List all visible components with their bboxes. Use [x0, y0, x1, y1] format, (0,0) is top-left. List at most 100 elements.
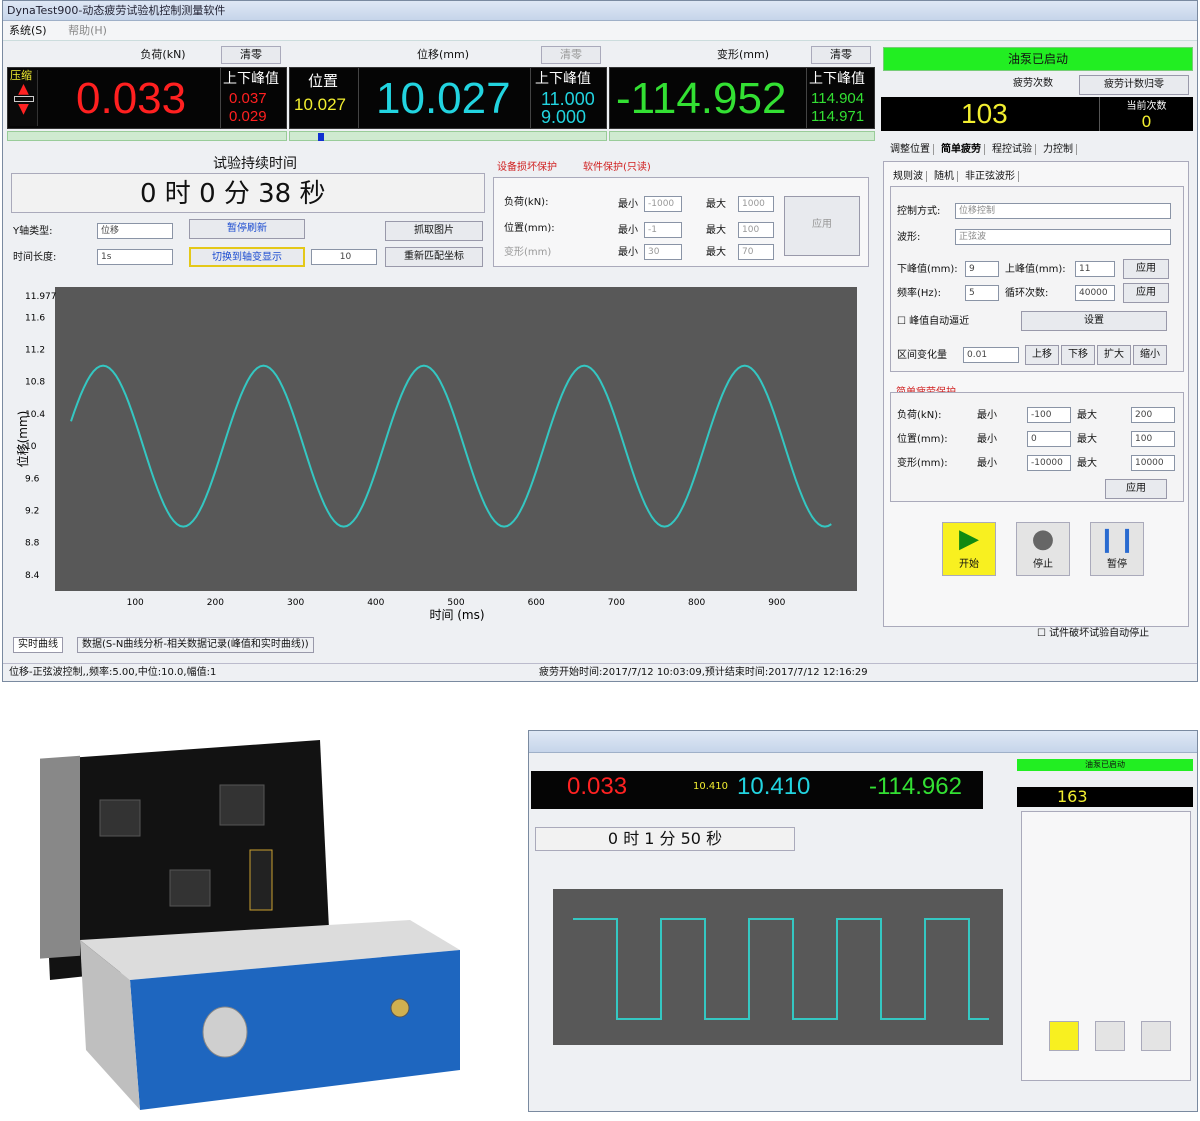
second-load-value: 0.033 [567, 773, 628, 800]
tab-program-test[interactable]: 程控试验 [989, 144, 1036, 155]
protection-apply-button[interactable]: 应用 [784, 196, 860, 256]
prot-load-max[interactable]: 1000 [738, 196, 774, 212]
subtab-random[interactable]: 随机 [931, 171, 958, 182]
strain-header: 变形(mm) [716, 48, 769, 61]
pause-refresh-button[interactable]: 暂停刷新 [189, 219, 305, 239]
rescale-value-field[interactable]: 10 [311, 249, 377, 265]
second-pos-value: 10.410 [737, 773, 811, 800]
subtab-nonsine[interactable]: 非正弦波形 [962, 171, 1019, 182]
pause-icon: ❙❙ [1096, 525, 1138, 553]
tab-software-protection[interactable]: 软件保护(只读) [583, 161, 651, 175]
load-peak-lo: 0.029 [229, 108, 267, 125]
frequency-input[interactable]: 5 [965, 285, 999, 301]
menu-system[interactable]: 系统(S) [9, 24, 47, 37]
tab-realtime-curve[interactable]: 实时曲线 [13, 637, 63, 653]
fp-load-max-label: 最大 [1077, 410, 1097, 421]
prot-strain-max[interactable]: 70 [738, 244, 774, 260]
position-peak-hi: 11.000 [541, 89, 595, 109]
fp-strain-min-label: 最小 [977, 458, 997, 469]
arrow-down-icon: ▼ [18, 101, 29, 117]
load-clear-button[interactable]: 清零 [221, 46, 281, 64]
time-length-select[interactable]: 1s [97, 249, 173, 265]
control-mode-select[interactable]: 位移控制 [955, 203, 1171, 219]
prot-pos-max-label: 最大 [706, 225, 726, 236]
fp-pos-min[interactable]: 0 [1027, 431, 1071, 447]
tab-data-analysis[interactable]: 数据(S-N曲线分析-相关数据记录(峰值和实时曲线)) [77, 637, 314, 653]
position-clear-button[interactable]: 清零 [541, 46, 601, 64]
tab-device-protection[interactable]: 设备损坏保护 [497, 161, 557, 175]
fp-strain-label: 变形(mm): [897, 458, 948, 469]
protection-box: 负荷(kN): 最小 -1000 最大 1000 位置(mm): 最小 -1 最… [493, 177, 869, 267]
y-tick-label: 10.8 [25, 378, 45, 388]
fp-load-max[interactable]: 200 [1131, 407, 1175, 423]
duration-label: 试验持续时间 [213, 156, 297, 172]
apply-peak-button[interactable]: 应用 [1123, 259, 1169, 279]
range-change-select[interactable]: 0.01 [963, 347, 1019, 363]
strain-clear-button[interactable]: 清零 [811, 46, 871, 64]
move-down-button[interactable]: 下移 [1061, 345, 1095, 365]
tab-adjust-position[interactable]: 调整位置 [887, 144, 934, 155]
prot-strain-min[interactable]: 30 [644, 244, 682, 260]
fatigue-protection-box: 负荷(kN): 最小 -100 最大 200 位置(mm): 最小 0 最大 1… [890, 392, 1184, 502]
settings-button[interactable]: 设置 [1021, 311, 1167, 331]
expand-button[interactable]: 扩大 [1097, 345, 1131, 365]
move-up-button[interactable]: 上移 [1025, 345, 1059, 365]
fp-apply-button[interactable]: 应用 [1105, 479, 1167, 499]
y-tick-label: 9.2 [25, 507, 39, 517]
auto-stop-checkbox[interactable]: ☐ 试件破坏试验自动停止 [1037, 627, 1149, 641]
status-right: 疲劳开始时间:2017/7/12 10:03:09,预计结束时间:2017/7/… [539, 667, 868, 678]
position-marker [318, 133, 324, 141]
y-tick-label: 11.2 [25, 346, 45, 356]
fp-strain-max[interactable]: 10000 [1131, 455, 1175, 471]
duration-value: 0 时 0 分 38 秒 [140, 179, 326, 209]
fp-load-min[interactable]: -100 [1027, 407, 1071, 423]
plot-area [55, 287, 857, 591]
tab-simple-fatigue[interactable]: 简单疲劳 [938, 144, 985, 155]
displacement-chart: 位移(mm) 时间 (ms) 11.977 11.611.210.810.410… [15, 287, 857, 622]
apply-frequency-button[interactable]: 应用 [1123, 283, 1169, 303]
upper-peak-label: 上峰值(mm): [1005, 264, 1066, 275]
strain-peak-lo: 114.971 [811, 108, 865, 125]
position-value: 10.027 [376, 74, 511, 123]
strain-progress-bar [609, 131, 875, 141]
fp-load-label: 负荷(kN): [897, 410, 942, 421]
auto-approach-checkbox[interactable]: ☐ 峰值自动逼近 [897, 315, 969, 329]
y-axis-select[interactable]: 位移 [97, 223, 173, 239]
range-change-label: 区间变化量 [897, 350, 947, 361]
fp-strain-min[interactable]: -10000 [1027, 455, 1071, 471]
upper-peak-input[interactable]: 11 [1075, 261, 1115, 277]
cycle-label: 疲劳次数 [1013, 78, 1053, 89]
subtab-regular-wave[interactable]: 规则波 [890, 171, 927, 182]
prot-pos-max[interactable]: 100 [738, 222, 774, 238]
y-tick-label: 8.8 [25, 539, 40, 549]
cycle-reset-button[interactable]: 疲劳计数归零 [1079, 75, 1189, 95]
prot-load-min[interactable]: -1000 [644, 196, 682, 212]
shrink-button[interactable]: 缩小 [1133, 345, 1167, 365]
tab-force-control[interactable]: 力控制 [1040, 144, 1077, 155]
switch-axis-button[interactable]: 切换到轴变显示 [189, 247, 305, 267]
pause-button[interactable]: ❙❙ 暂停 [1090, 522, 1144, 576]
fp-pos-max[interactable]: 100 [1131, 431, 1175, 447]
load-header: 负荷(kN) [140, 48, 186, 61]
menu-help[interactable]: 帮助(H) [68, 24, 107, 37]
x-axis-label: 时间 (ms) [429, 608, 484, 622]
capture-image-button[interactable]: 抓取图片 [385, 221, 483, 241]
rescale-axis-button[interactable]: 重新匹配坐标 [385, 247, 483, 267]
lower-peak-input[interactable]: 9 [965, 261, 999, 277]
x-tick-label: 500 [447, 598, 464, 608]
current-label: 当前次数 [1126, 101, 1167, 112]
cycle-count-input[interactable]: 40000 [1075, 285, 1115, 301]
right-panel: 规则波 随机 非正弦波形 控制方式: 位移控制 波形: 正弦波 下峰值(mm): 9… [883, 161, 1189, 627]
load-value: 0.033 [76, 74, 187, 123]
hardware-illustration [40, 740, 460, 1110]
start-button[interactable]: ▶ 开始 [942, 522, 996, 576]
waveform-select[interactable]: 正弦波 [955, 229, 1171, 245]
second-strain-value: -114.962 [869, 773, 962, 800]
strain-readout: -114.952 上下峰值 114.904 114.971 [609, 67, 875, 129]
stop-icon: ● [1031, 524, 1055, 554]
y-tick-label: 8.4 [25, 571, 40, 581]
stop-button[interactable]: ● 停止 [1016, 522, 1070, 576]
prot-pos-min[interactable]: -1 [644, 222, 682, 238]
x-tick-label: 600 [528, 598, 545, 608]
prot-strain-max-label: 最大 [706, 247, 726, 258]
